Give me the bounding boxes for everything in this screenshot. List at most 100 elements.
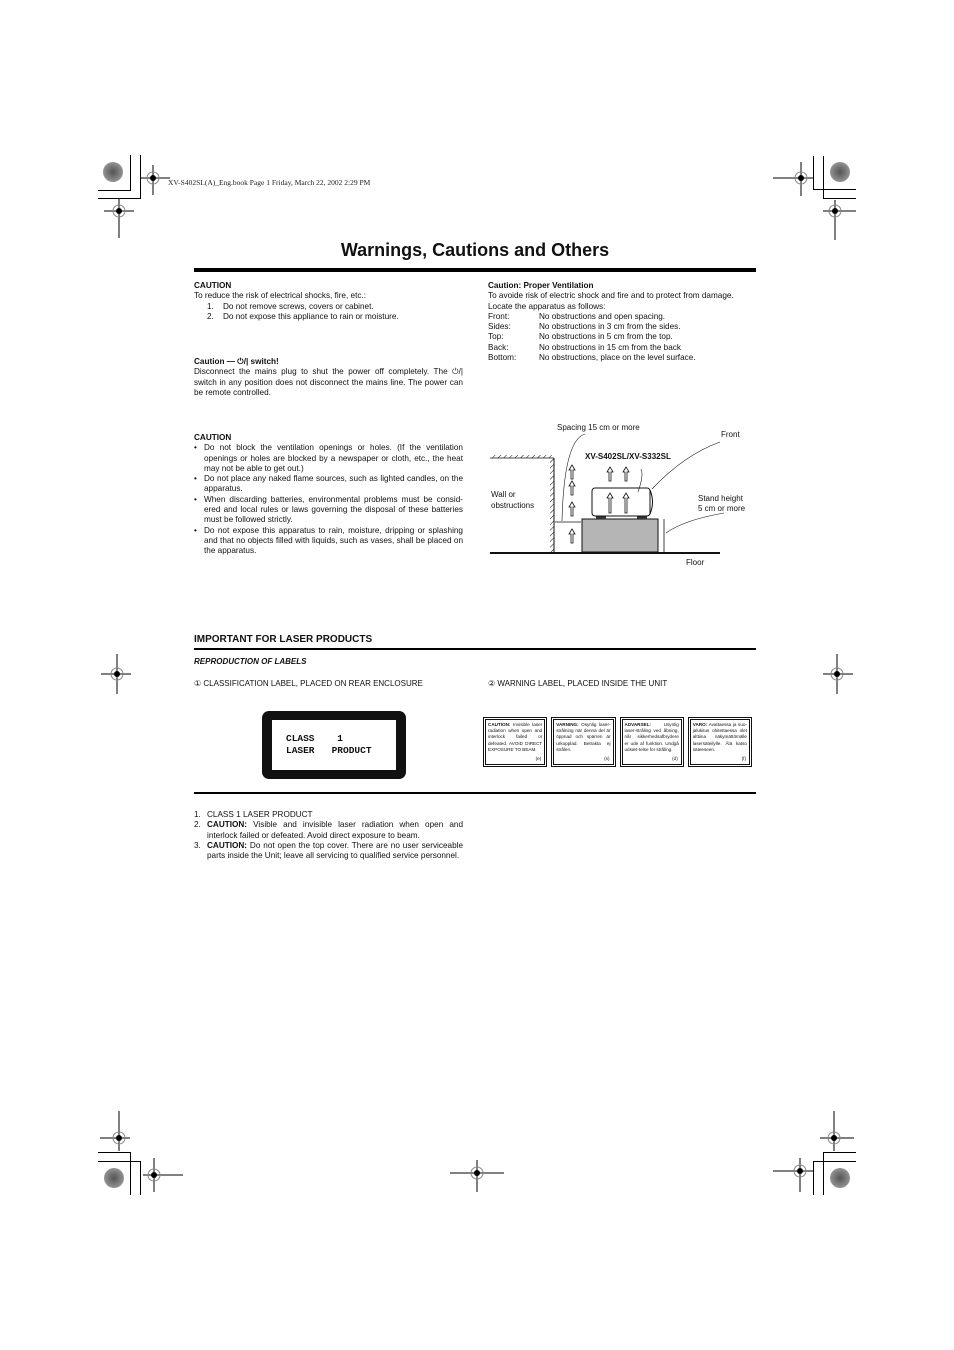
model-label: XV-S402SL/XV-S332SL bbox=[585, 452, 671, 461]
warning-label-inner: CAUTION: Invisible laser radiation when … bbox=[485, 719, 546, 765]
crosshair-target-icon bbox=[820, 1111, 854, 1151]
bullet-icon: • bbox=[194, 494, 197, 504]
crop-line bbox=[813, 1161, 856, 1162]
row-label: Back: bbox=[488, 342, 509, 352]
crop-line bbox=[813, 156, 814, 190]
crosshair-target-icon bbox=[823, 654, 853, 694]
body-text: Disconnect the mains plug to shut the po… bbox=[194, 367, 453, 377]
leader-line bbox=[665, 512, 725, 534]
warning-lead: VARO: bbox=[692, 722, 708, 727]
crop-line bbox=[813, 1161, 814, 1195]
language-code: (e) bbox=[535, 755, 542, 761]
row-label: Sides: bbox=[488, 322, 511, 332]
row-label: Front: bbox=[488, 311, 510, 321]
registration-disc-icon bbox=[830, 162, 850, 182]
crop-line bbox=[813, 189, 856, 190]
warning-label-inner: VARO: Avattaessa ja suo-jalukitus ohitet… bbox=[689, 719, 750, 765]
list-item: 2. Do not expose this appliance to rain o… bbox=[207, 312, 463, 322]
arrow-up-icon bbox=[568, 501, 576, 517]
row-text: No obstructions in 15 cm from the back bbox=[539, 342, 681, 352]
item-text: Do not place any naked flame sources, su… bbox=[204, 474, 463, 494]
registration-disc-icon bbox=[103, 162, 123, 182]
arrow-up-icon bbox=[606, 466, 614, 482]
stand-height-label: 5 cm or more bbox=[698, 504, 746, 513]
classification-label-caption: ① CLASSIFICATION LABEL, PLACED ON REAR E… bbox=[194, 679, 423, 688]
row-label: Bottom: bbox=[488, 353, 517, 363]
wall-label: Wall or bbox=[491, 490, 516, 499]
warning-lead: ADVARSEL: bbox=[624, 722, 651, 727]
unit-body bbox=[591, 487, 651, 517]
crosshair-target-icon bbox=[101, 654, 131, 694]
caution-switch-section: Caution — ⏻/| switch! Disconnect the mai… bbox=[194, 357, 463, 398]
ventilation-intro: To avoide risk of electric shock and fir… bbox=[488, 291, 734, 301]
warning-lead: CAUTION: bbox=[488, 722, 511, 727]
laser-section-heading: IMPORTANT FOR LASER PRODUCTS bbox=[194, 634, 373, 645]
crop-line bbox=[140, 1161, 141, 1195]
warning-label-swedish: VARNING: Osynlig laser-strålning när den… bbox=[551, 717, 616, 767]
item-number: 2. bbox=[194, 820, 201, 830]
language-code: (f) bbox=[741, 755, 746, 761]
warning-label-danish: ADVARSEL: Usynlig laser-stråling ved åbn… bbox=[619, 717, 684, 767]
row-text: No obstructions in 3 cm from the sides. bbox=[539, 322, 681, 332]
laser-rule bbox=[194, 648, 756, 650]
registration-disc-icon bbox=[104, 1168, 124, 1188]
label-line: CLASS 1 bbox=[286, 733, 344, 744]
language-code: (d) bbox=[672, 755, 678, 761]
caution-bullet-list: • Do not block the ventilation openings o… bbox=[194, 443, 463, 556]
crop-line bbox=[823, 1152, 824, 1195]
ventilation-section: Caution: Proper Ventilation To avoide ri… bbox=[488, 281, 757, 363]
bullet-icon: • bbox=[194, 443, 197, 453]
crosshair-target-icon bbox=[140, 165, 170, 195]
list-item: • Do not place any naked flame sources, s… bbox=[194, 474, 463, 495]
laser-notes: 1. CLASS 1 LASER PRODUCT 2. CAUTION: Visib… bbox=[194, 810, 463, 861]
crop-line bbox=[130, 155, 131, 191]
section-heading: Caution: Proper Ventilation bbox=[488, 281, 594, 290]
item-number: 1. bbox=[194, 810, 201, 819]
stand-height-label: Stand height bbox=[698, 494, 744, 503]
labels-subheading: REPRODUCTION OF LABELS bbox=[194, 657, 307, 666]
bullet-icon: • bbox=[194, 474, 197, 484]
leader-line bbox=[651, 441, 721, 490]
item-lead: CAUTION: bbox=[207, 820, 248, 830]
class1-laser-label: CLASS 1 LASER PRODUCT bbox=[262, 711, 406, 779]
warning-label-english: CAUTION: Invisible laser radiation when … bbox=[483, 717, 548, 767]
row-text: No obstructions in 5 cm from the top. bbox=[539, 332, 673, 342]
page-title: Warnings, Cautions and Others bbox=[340, 240, 610, 260]
item-text: When discarding batteries, environmental… bbox=[204, 494, 463, 525]
wall-hatch bbox=[550, 457, 554, 552]
arrow-up-icon bbox=[568, 480, 576, 496]
warning-labels: CAUTION: Invisible laser radiation when … bbox=[483, 717, 752, 767]
registration-disc-icon bbox=[830, 1168, 850, 1188]
body-text: switch in any position does not disconne… bbox=[194, 377, 463, 397]
crosshair-target-icon bbox=[143, 1158, 183, 1192]
item-number: 1. bbox=[207, 301, 214, 311]
bullet-icon: • bbox=[194, 525, 197, 535]
warning-lead: VARNING: bbox=[556, 722, 579, 727]
arrow-up-icon bbox=[622, 466, 630, 482]
language-code: (s) bbox=[604, 755, 610, 761]
row-text: No obstructions, place on the level surf… bbox=[539, 353, 696, 363]
warning-label-caption: ② WARNING LABEL, PLACED INSIDE THE UNIT bbox=[488, 679, 668, 688]
item-text: CLASS 1 LASER PRODUCT bbox=[207, 810, 313, 819]
crosshair-target-icon bbox=[104, 198, 134, 238]
section-heading: CAUTION bbox=[194, 281, 232, 290]
crop-line bbox=[98, 1152, 131, 1153]
standby-power-icon: ⏻/| bbox=[452, 367, 463, 377]
crop-line bbox=[823, 1152, 856, 1153]
floor-label: Floor bbox=[686, 558, 705, 567]
list-item: • When discarding batteries, environmenta… bbox=[194, 495, 463, 526]
front-label: Front bbox=[721, 430, 740, 439]
item-number: 2. bbox=[207, 311, 214, 321]
labels-bottom-rule bbox=[194, 792, 756, 794]
item-number: 3. bbox=[194, 840, 201, 850]
crop-line bbox=[823, 198, 856, 199]
caution-intro: To reduce the risk of electrical shocks,… bbox=[194, 291, 367, 301]
item-text: Do not expose this appliance to rain or … bbox=[223, 311, 399, 321]
item-text: Do not remove screws, covers or cabinet. bbox=[223, 301, 374, 311]
list-item: 3. CAUTION: Do not open the top cover. Th… bbox=[194, 841, 463, 862]
arrow-up-icon bbox=[568, 464, 576, 480]
arrow-up-icon bbox=[568, 528, 576, 544]
list-item: • Do not expose this apparatus to rain, m… bbox=[194, 526, 463, 557]
wall-hatch bbox=[490, 455, 554, 458]
caution-switch-body: Disconnect the mains plug to shut the po… bbox=[194, 367, 463, 398]
